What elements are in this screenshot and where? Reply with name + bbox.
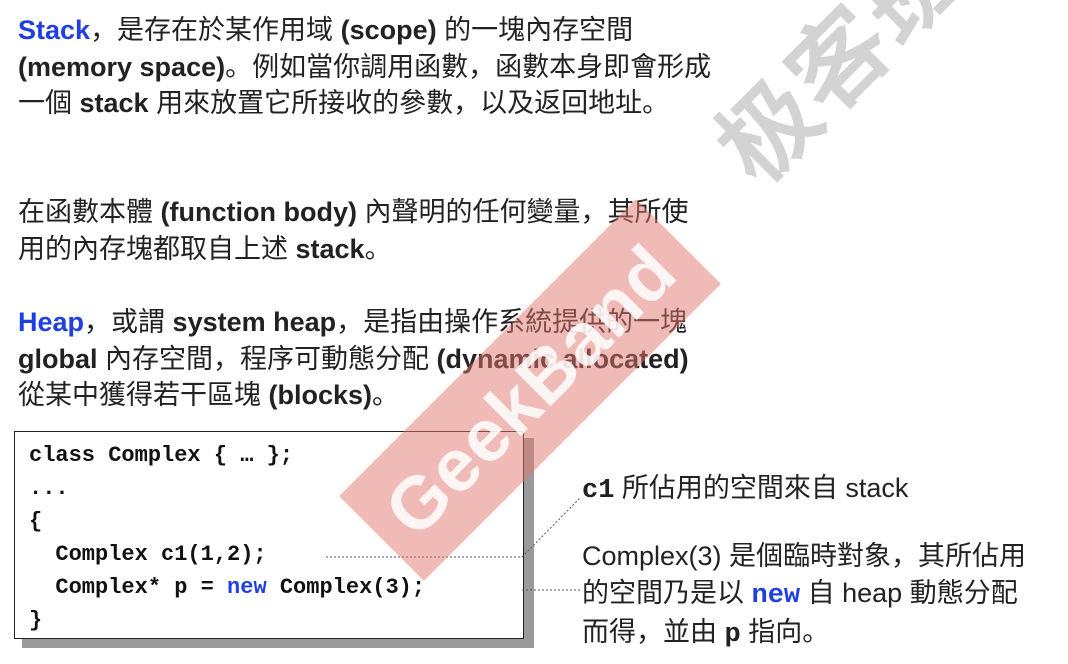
heap-paragraph: Heap，或謂 system heap，是指由操作系統提供的一塊 global … <box>18 307 689 410</box>
stack-term: Stack <box>18 15 91 45</box>
c1-annotation: c1 所佔用的空間來自 stack <box>582 473 909 506</box>
code-line-2: ... <box>29 476 69 501</box>
code-line-5: Complex* p = new Complex(3); <box>29 575 426 600</box>
code-line-6: } <box>29 608 43 633</box>
heap-term: Heap <box>18 307 85 337</box>
code-line-1: class Complex { … }; <box>29 443 294 468</box>
code-line-3: { <box>29 509 43 534</box>
new-keyword: new <box>227 575 267 600</box>
code-box: class Complex { … }; ... { Complex c1(1,… <box>14 431 524 639</box>
stack-paragraph: Stack，是存在於某作用域 (scope) 的一塊內存空間 (memory sp… <box>18 15 712 118</box>
function-body-paragraph: 在函數本體 (function body) 內聲明的任何變量，其所使用的內存塊都… <box>18 197 689 264</box>
code-line-4: Complex c1(1,2); <box>29 542 267 567</box>
heap-annotation: Complex(3) 是個臨時對象，其所佔用的空間乃是以 new 自 heap … <box>582 541 1027 650</box>
